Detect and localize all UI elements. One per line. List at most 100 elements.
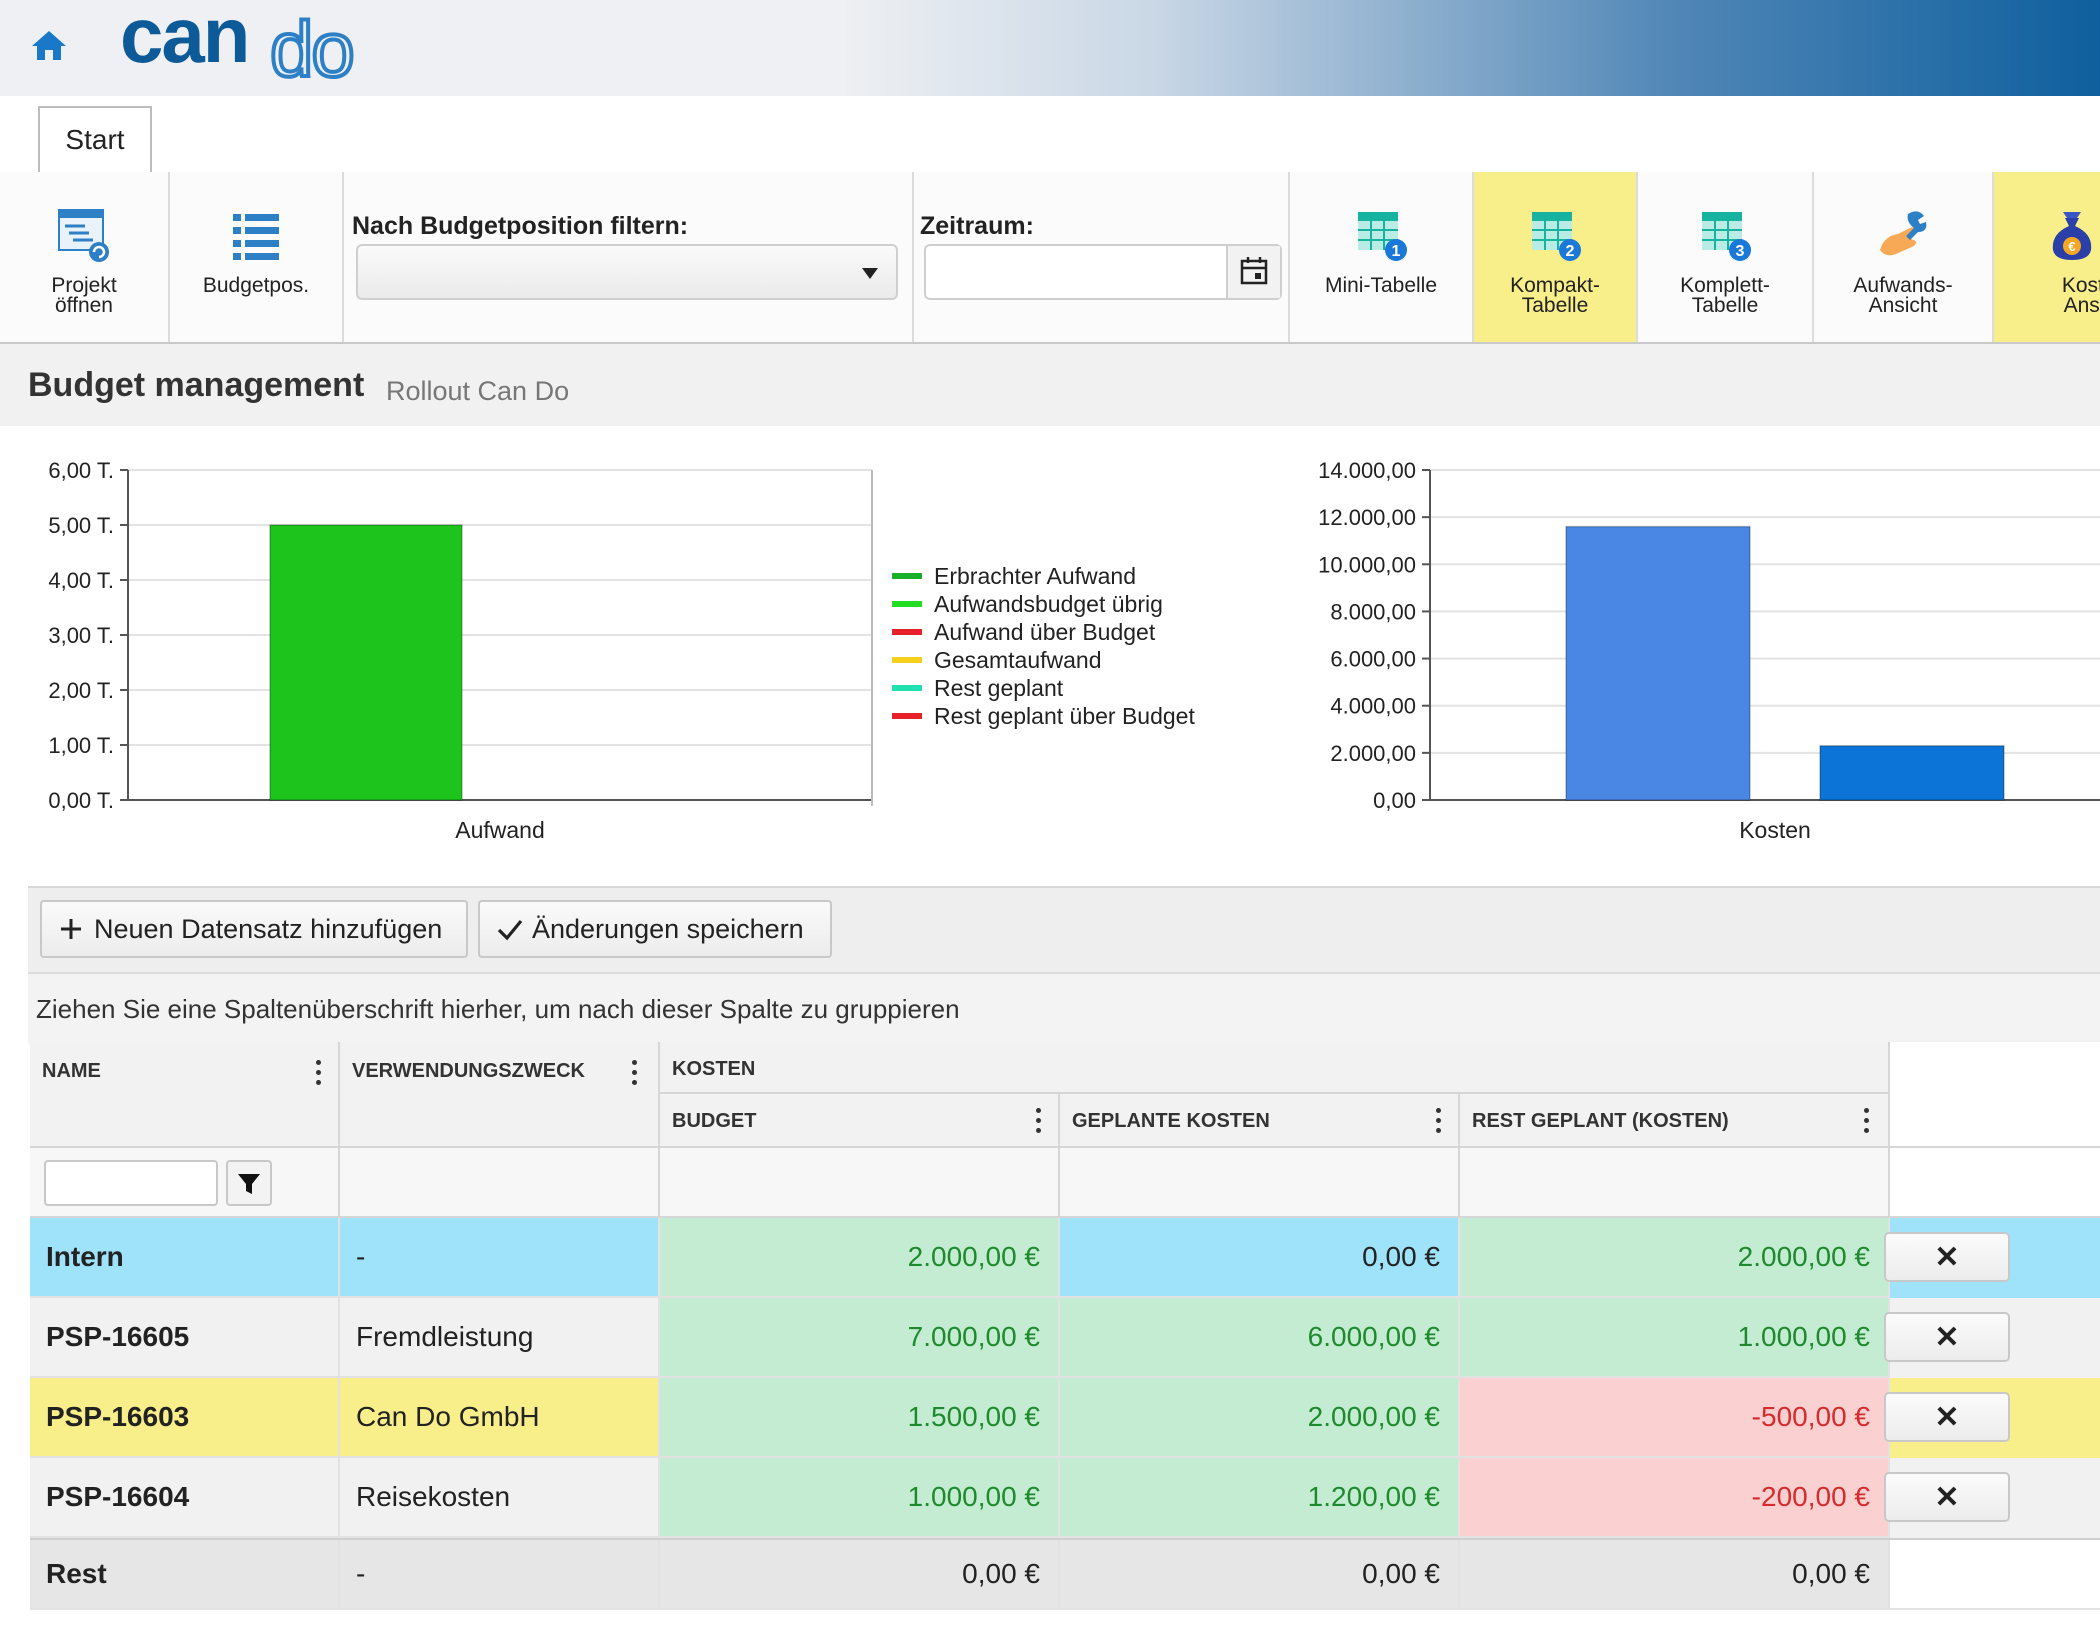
filter-cell-purpose: [340, 1148, 660, 1218]
y-tick-label: 3,00 T.: [48, 623, 114, 648]
close-icon: ✕: [1934, 1320, 1960, 1354]
view-compact-table-button[interactable]: 2 Kompakt-Tabelle: [1474, 172, 1638, 342]
svg-text:can: can: [120, 2, 248, 79]
cell-budget[interactable]: 1.500,00 €: [660, 1378, 1060, 1458]
x-category-label: Kosten: [1739, 817, 1811, 843]
cell-name[interactable]: PSP-16605: [30, 1298, 340, 1378]
table-2-icon: 2: [1532, 212, 1581, 261]
column-menu-icon[interactable]: [1436, 1108, 1442, 1138]
cell-rest[interactable]: 1.000,00 €: [1460, 1298, 1890, 1378]
legend-label: Aufwand über Budget: [934, 619, 1156, 645]
calendar-icon[interactable]: [1226, 246, 1280, 298]
bar: [269, 524, 463, 801]
chevron-down-icon: [862, 268, 878, 279]
y-tick-label: 14.000,00: [1318, 458, 1416, 483]
cell-budget[interactable]: 1.000,00 €: [660, 1458, 1060, 1538]
table-row[interactable]: PSP-16603 Can Do GmbH 1.500,00 € 2.000,0…: [30, 1378, 2100, 1458]
cell-budget[interactable]: 2.000,00 €: [660, 1218, 1060, 1298]
view-costs-label: Kosten-Ansicht: [2061, 274, 2100, 317]
svg-text:3: 3: [1736, 243, 1745, 260]
close-icon: ✕: [1934, 1400, 1960, 1434]
filter-icon: [238, 1174, 260, 1194]
column-header-rest[interactable]: REST GEPLANT (KOSTEN): [1460, 1094, 1890, 1148]
home-icon[interactable]: [30, 28, 68, 62]
delete-row-button[interactable]: ✕: [1884, 1392, 2010, 1442]
y-tick-label: 4.000,00: [1330, 694, 1416, 719]
y-tick-label: 12.000,00: [1318, 505, 1416, 530]
name-filter-input[interactable]: [44, 1160, 218, 1206]
delete-row-button[interactable]: ✕: [1884, 1232, 2010, 1282]
plus-icon: [61, 919, 81, 939]
view-mini-table-button[interactable]: 1 Mini-Tabelle: [1290, 172, 1474, 342]
column-header-purpose[interactable]: VERWENDUNGSZWECK: [340, 1042, 660, 1148]
footer-empty: [1890, 1540, 2100, 1610]
project-open-button[interactable]: Projekt öffnen: [0, 172, 170, 342]
cell-name[interactable]: PSP-16604: [30, 1458, 340, 1538]
budgetpos-label: Budgetpos.: [202, 274, 310, 297]
column-header-budget[interactable]: BUDGET: [660, 1094, 1060, 1148]
period-input[interactable]: [924, 244, 1282, 300]
table-row[interactable]: PSP-16605 Fremdleistung 7.000,00 € 6.000…: [30, 1298, 2100, 1378]
tab-start[interactable]: Start: [38, 106, 152, 172]
column-menu-icon[interactable]: [1864, 1108, 1870, 1138]
y-tick-label: 0,00: [1373, 788, 1416, 813]
cell-purpose[interactable]: -: [340, 1218, 660, 1298]
column-header-budget-label: BUDGET: [672, 1110, 757, 1132]
budget-filter-select[interactable]: [356, 244, 898, 300]
wrench-hand-icon: [1880, 211, 1927, 256]
filter-button[interactable]: [226, 1160, 272, 1206]
column-menu-icon[interactable]: [316, 1060, 322, 1090]
cell-budget[interactable]: 7.000,00 €: [660, 1298, 1060, 1378]
footer-planned: 0,00 €: [1060, 1540, 1460, 1610]
close-icon: ✕: [1934, 1480, 1960, 1514]
delete-row-button[interactable]: ✕: [1884, 1312, 2010, 1362]
view-costs-button[interactable]: € Kosten-Ansicht: [1994, 172, 2100, 342]
filter-cell-name: [30, 1148, 340, 1218]
table-row[interactable]: PSP-16604 Reisekosten 1.000,00 € 1.200,0…: [30, 1458, 2100, 1538]
list-icon: [233, 214, 279, 260]
add-record-button[interactable]: Neuen Datensatz hinzufügen: [40, 900, 468, 958]
delete-row-button[interactable]: ✕: [1884, 1472, 2010, 1522]
cell-name[interactable]: PSP-16603: [30, 1378, 340, 1458]
cell-planned[interactable]: 1.200,00 €: [1060, 1458, 1460, 1538]
budget-grid: NAME VERWENDUNGSZWECK KOSTEN BUDGET GEPL…: [30, 1042, 2100, 1630]
cell-rest[interactable]: 2.000,00 €: [1460, 1218, 1890, 1298]
cell-planned[interactable]: 6.000,00 €: [1060, 1298, 1460, 1378]
group-drop-zone[interactable]: Ziehen Sie eine Spaltenüberschrift hierh…: [28, 972, 2100, 1044]
svg-text:€: €: [2068, 239, 2075, 254]
column-header-name-label: NAME: [42, 1060, 101, 1082]
y-tick-label: 10.000,00: [1318, 552, 1416, 577]
cell-planned[interactable]: 2.000,00 €: [1060, 1378, 1460, 1458]
column-menu-icon[interactable]: [1036, 1108, 1042, 1138]
column-group-costs: KOSTEN: [660, 1042, 1890, 1094]
svg-text:2: 2: [1566, 243, 1575, 260]
table-3-icon: 3: [1702, 212, 1751, 261]
view-complete-table-button[interactable]: 3 Komplett-Tabelle: [1638, 172, 1814, 342]
view-effort-button[interactable]: Aufwands-Ansicht: [1814, 172, 1994, 342]
cell-rest[interactable]: -500,00 €: [1460, 1378, 1890, 1458]
column-header-purpose-label: VERWENDUNGSZWECK: [352, 1060, 585, 1082]
project-open-icon: [58, 209, 109, 262]
column-header-rest-label: REST GEPLANT (KOSTEN): [1472, 1110, 1729, 1132]
column-header-name[interactable]: NAME: [30, 1042, 340, 1148]
cell-purpose[interactable]: Can Do GmbH: [340, 1378, 660, 1458]
cell-name[interactable]: Intern: [30, 1218, 340, 1298]
legend-label: Rest geplant: [934, 675, 1064, 701]
column-header-planned[interactable]: GEPLANTE KOSTEN: [1060, 1094, 1460, 1148]
y-tick-label: 2.000,00: [1330, 741, 1416, 766]
add-record-label: Neuen Datensatz hinzufügen: [94, 913, 443, 944]
cell-purpose[interactable]: Reisekosten: [340, 1458, 660, 1538]
cell-purpose[interactable]: Fremdleistung: [340, 1298, 660, 1378]
ribbon-toolbar: Projekt öffnen Budgetpos. Nach Budgetpos…: [0, 172, 2100, 344]
filter-cell-rest: [1460, 1148, 1890, 1218]
column-header-planned-label: GEPLANTE KOSTEN: [1072, 1110, 1270, 1132]
cando-logo: can do: [120, 2, 357, 90]
column-menu-icon[interactable]: [632, 1060, 638, 1090]
save-changes-button[interactable]: Änderungen speichern: [478, 900, 832, 958]
cell-rest[interactable]: -200,00 €: [1460, 1458, 1890, 1538]
cell-planned[interactable]: 0,00 €: [1060, 1218, 1460, 1298]
y-tick-label: 8.000,00: [1330, 599, 1416, 624]
budgetpos-button[interactable]: Budgetpos.: [170, 172, 344, 342]
table-row[interactable]: Intern - 2.000,00 € 0,00 € 2.000,00 € ✕: [30, 1218, 2100, 1298]
footer-row: Rest - 0,00 € 0,00 € 0,00 €: [30, 1538, 2100, 1610]
